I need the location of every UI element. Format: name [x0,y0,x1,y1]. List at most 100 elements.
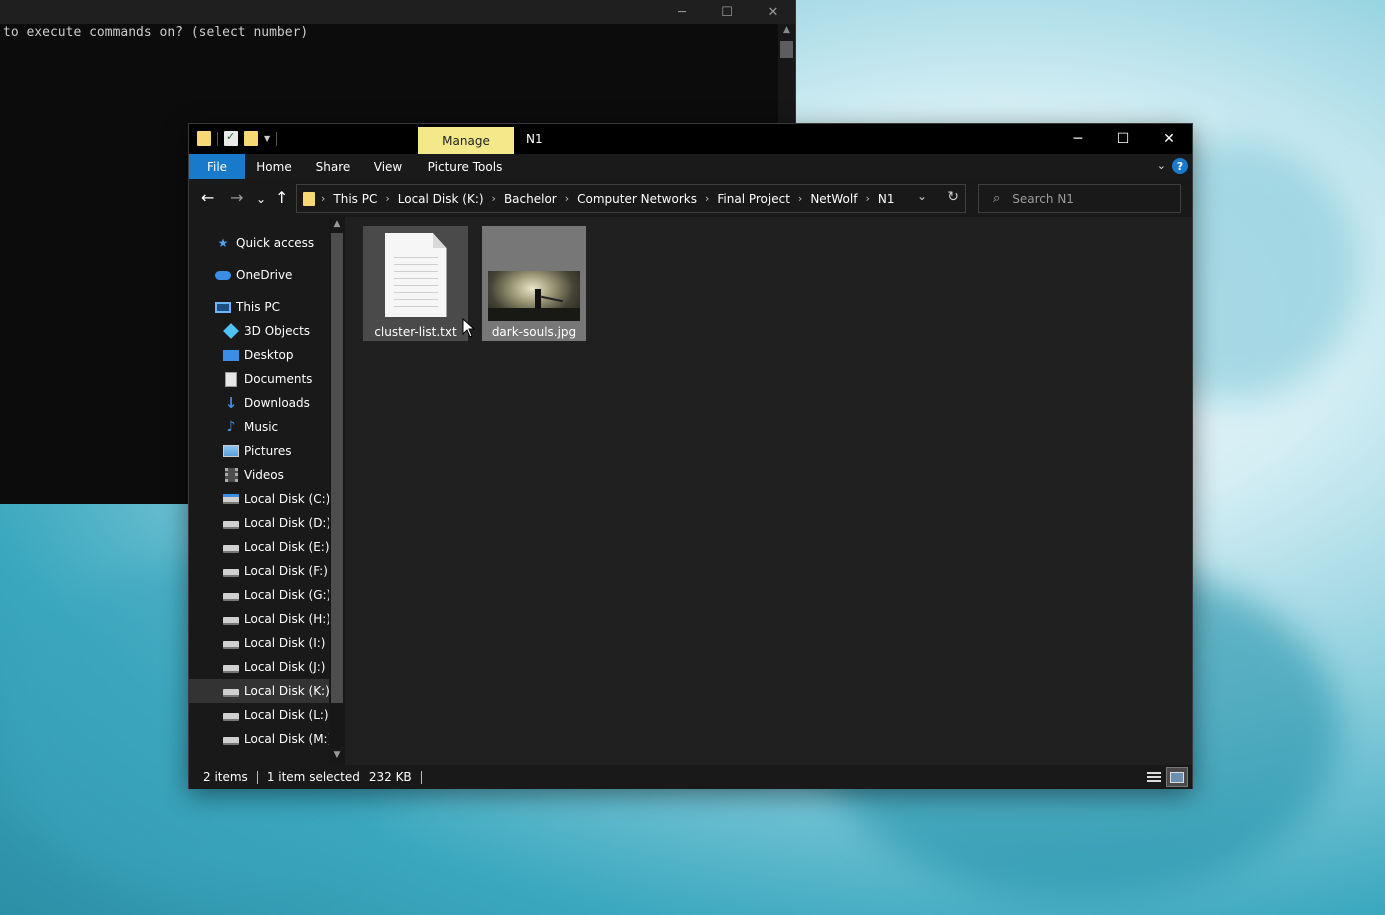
tab-home[interactable]: Home [249,154,299,179]
breadcrumb-netwolf[interactable]: NetWolf [810,192,857,206]
chevron-right-icon[interactable]: › [565,192,569,205]
file-explorer-window[interactable]: ▼ Manage N1 ─ ☐ ✕ File Home Share View P… [188,123,1193,789]
sidebar-item-local-disk-i[interactable]: Local Disk (I:) [189,631,329,655]
properties-icon[interactable] [224,130,238,146]
terminal-output-line: to execute commands on? (select number) [3,25,309,40]
sidebar-item-local-disk-e[interactable]: Local Disk (E:) [189,535,330,559]
sidebar-item-pictures[interactable]: Pictures [189,439,329,463]
sidebar-item-local-disk-g[interactable]: Local Disk (G:) [189,583,332,607]
sidebar-item-label: Local Disk (G:) [244,588,332,602]
explorer-titlebar[interactable]: ▼ Manage N1 ─ ☐ ✕ [189,124,1192,154]
new-folder-icon[interactable] [244,131,258,146]
breadcrumb-n1[interactable]: N1 [878,192,895,206]
sidebar-item-desktop[interactable]: Desktop [189,343,329,367]
sidebar-item-label: Quick access [236,236,315,250]
expand-ribbon-icon[interactable]: ⌄ [1157,159,1166,172]
tab-share[interactable]: Share [305,154,361,179]
disk-icon [223,612,239,626]
address-bar[interactable]: › This PC › Local Disk (K:) › Bachelor ›… [296,184,966,213]
terminal-scroll-thumb[interactable] [780,41,793,58]
document-icon [223,371,239,387]
sidebar-item-local-disk-f[interactable]: Local Disk (F:) [189,559,329,583]
sidebar-item-onedrive[interactable]: OneDrive [189,263,329,287]
search-box[interactable]: ⌕ [978,184,1181,213]
recent-locations-icon[interactable]: ⌄ [256,189,266,209]
customize-toolbar-icon[interactable]: ▼ [264,134,270,143]
sidebar-item-3d-objects[interactable]: 3D Objects [189,319,329,343]
sidebar-item-label: Local Disk (C:) [244,492,331,506]
terminal-maximize-button[interactable]: ☐ [704,0,750,24]
folder-icon [303,191,315,206]
chevron-right-icon[interactable]: › [705,192,709,205]
details-view-button[interactable] [1143,767,1165,787]
sidebar-item-label: 3D Objects [244,324,311,338]
disk-icon [223,660,239,674]
file-item-cluster-list[interactable]: cluster-list.txt [363,226,468,341]
sidebar-item-local-disk-j[interactable]: Local Disk (J:) [189,655,329,679]
forward-arrow-icon[interactable]: → [230,188,243,208]
terminal-close-button[interactable]: ✕ [750,0,796,24]
navigation-bar: ← → ⌄ ↑ › This PC › Local Disk (K:) › Ba… [189,179,1192,217]
tab-picture-tools[interactable]: Picture Tools [425,154,505,179]
tab-file[interactable]: File [189,154,245,179]
close-button[interactable]: ✕ [1146,124,1192,154]
large-icons-view-button[interactable] [1166,767,1188,787]
sidebar-item-quick-access[interactable]: ★ Quick access [189,231,329,255]
ribbon-tabs: File Home Share View Picture Tools ⌄ ? [189,154,1192,179]
help-icon[interactable]: ? [1172,158,1188,174]
breadcrumb-computer-networks[interactable]: Computer Networks [577,192,697,206]
breadcrumb-final-project[interactable]: Final Project [717,192,790,206]
disk-icon [223,732,239,746]
folder-icon[interactable] [197,131,211,146]
breadcrumb-bachelor[interactable]: Bachelor [504,192,557,206]
scroll-up-arrow-icon[interactable]: ▲ [329,219,345,229]
disk-icon [223,516,239,530]
maximize-button[interactable]: ☐ [1100,124,1146,154]
selection-size: 232 KB [368,770,412,784]
chevron-right-icon[interactable]: › [492,192,496,205]
sidebar-item-documents[interactable]: Documents [189,367,329,391]
sidebar-item-music[interactable]: ♪ Music [189,415,329,439]
search-input[interactable] [1012,191,1163,206]
sidebar-item-local-disk-k[interactable]: Local Disk (K:) [189,679,330,703]
manage-contextual-tab[interactable]: Manage [418,127,514,154]
sidebar-item-local-disk-h[interactable]: Local Disk (H:) [189,607,331,631]
address-history-dropdown-icon[interactable]: ⌄ [917,189,927,203]
chevron-right-icon[interactable]: › [865,192,869,205]
sidebar-item-label: Local Disk (I:) [244,636,326,650]
sidebar-item-local-disk-m[interactable]: Local Disk (M:) [189,727,332,751]
selection-count: 1 item selected [266,770,360,784]
navigation-pane[interactable]: ★ Quick access OneDrive This PC 3D Objec… [189,217,345,765]
breadcrumb-this-pc[interactable]: This PC [333,192,377,206]
navigation-pane-scrollbar[interactable]: ▲ ▼ [329,217,345,765]
scroll-up-arrow-icon[interactable]: ▲ [778,25,795,35]
file-list-area[interactable]: cluster-list.txt dark-souls.jpg [345,217,1192,765]
chevron-right-icon[interactable]: › [321,192,325,205]
up-arrow-icon[interactable]: ↑ [275,188,288,208]
sidebar-item-downloads[interactable]: ↓ Downloads [189,391,329,415]
sidebar-item-label: Local Disk (H:) [244,612,331,626]
refresh-icon[interactable]: ↻ [947,189,959,205]
disk-icon [223,588,239,602]
tab-view[interactable]: View [365,154,411,179]
minimize-button[interactable]: ─ [1055,124,1101,154]
search-icon: ⌕ [993,191,1001,206]
breadcrumb-local-disk-k[interactable]: Local Disk (K:) [398,192,484,206]
sidebar-item-local-disk-d[interactable]: Local Disk (D:) [189,511,331,535]
scroll-down-arrow-icon[interactable]: ▼ [329,750,345,760]
back-arrow-icon[interactable]: ← [201,188,214,208]
computer-icon [215,300,231,314]
image-thumbnail [488,271,580,321]
file-item-dark-souls[interactable]: dark-souls.jpg [482,226,586,341]
chevron-right-icon[interactable]: › [385,192,389,205]
sidebar-item-this-pc[interactable]: This PC [189,295,329,319]
chevron-right-icon[interactable]: › [798,192,802,205]
sidebar-item-videos[interactable]: Videos [189,463,329,487]
disk-icon [223,636,239,650]
terminal-minimize-button[interactable]: ─ [659,0,705,24]
navigation-scroll-thumb[interactable] [331,233,343,703]
sidebar-item-local-disk-c[interactable]: Local Disk (C:) [189,487,331,511]
cloud-icon [215,268,231,282]
terminal-titlebar[interactable]: ─ ☐ ✕ [0,0,795,24]
sidebar-item-local-disk-l[interactable]: Local Disk (L:) [189,703,329,727]
